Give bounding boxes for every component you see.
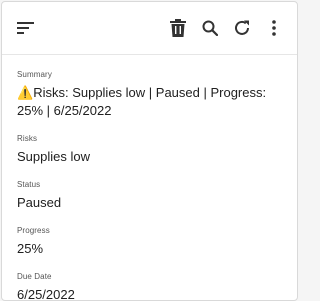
details-content: Summary ⚠️Risks: Supplies low | Paused |… [2, 55, 297, 301]
more-vert-icon [272, 20, 276, 36]
risks-label: Risks [17, 134, 38, 143]
delete-button[interactable] [166, 16, 190, 40]
menu-icon [17, 22, 34, 34]
risks-field: Risks Supplies low [17, 134, 297, 166]
due-date-value: 6/25/2022 [17, 287, 75, 301]
summary-field: Summary ⚠️Risks: Supplies low | Paused |… [17, 70, 297, 120]
summary-label: Summary [17, 70, 52, 79]
more-options-button[interactable] [262, 16, 286, 40]
trash-icon [170, 19, 186, 37]
due-date-field: Due Date 6/25/2022 [17, 272, 297, 301]
risks-value: Supplies low [17, 149, 90, 164]
menu-button[interactable] [14, 16, 38, 40]
progress-value: 25% [17, 241, 44, 256]
refresh-button[interactable] [230, 16, 254, 40]
status-value: Paused [17, 195, 62, 210]
summary-text: Risks: Supplies low | Paused | Progress:… [17, 85, 267, 118]
progress-label: Progress [17, 226, 50, 235]
refresh-icon [235, 20, 249, 35]
status-label: Status [17, 180, 41, 189]
summary-value: ⚠️Risks: Supplies low | Paused | Progres… [17, 84, 279, 120]
due-date-label: Due Date [17, 272, 52, 281]
warning-icon: ⚠️ [17, 85, 34, 100]
search-icon [202, 20, 218, 36]
detail-card: Summary ⚠️Risks: Supplies low | Paused |… [1, 1, 298, 301]
toolbar [2, 2, 297, 55]
status-field: Status Paused [17, 180, 297, 212]
search-button[interactable] [198, 16, 222, 40]
progress-field: Progress 25% [17, 226, 297, 258]
